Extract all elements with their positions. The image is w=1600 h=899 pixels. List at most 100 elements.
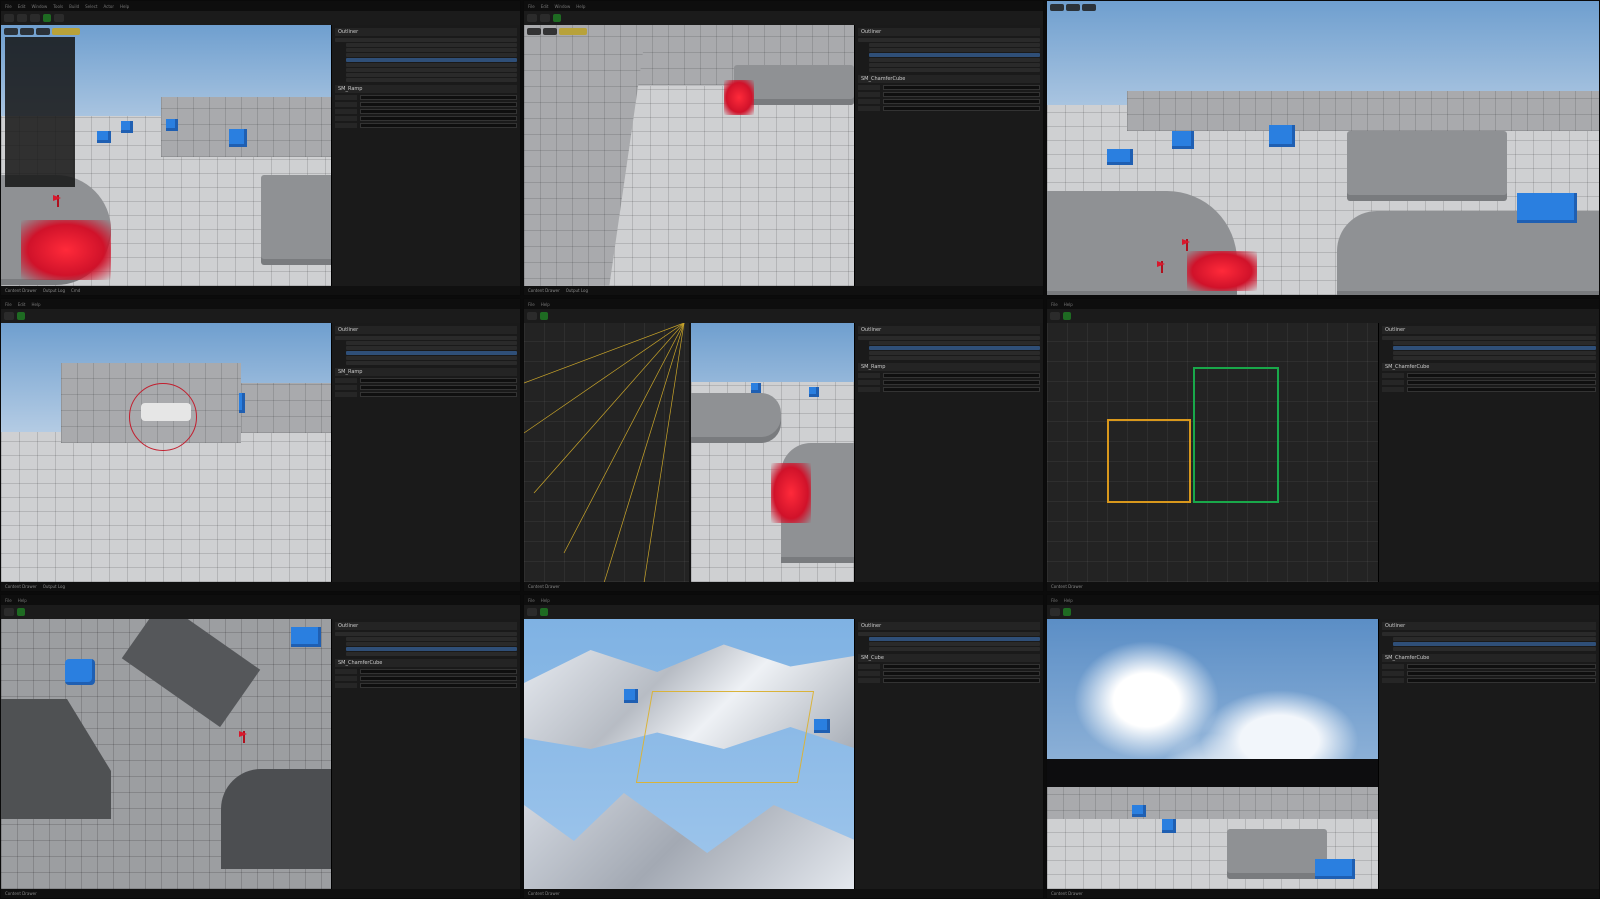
save-button[interactable]	[527, 14, 537, 22]
detail-field[interactable]	[335, 385, 517, 390]
menu-tools[interactable]: Tools	[53, 4, 63, 9]
list-item[interactable]	[869, 341, 1040, 345]
menu-file[interactable]: File	[528, 302, 535, 307]
content-drawer-button[interactable]: Content Drawer	[1051, 584, 1083, 589]
list-item[interactable]	[869, 647, 1040, 651]
selected-bounds-box[interactable]	[1107, 419, 1191, 503]
viewport[interactable]	[1, 619, 334, 889]
menu-edit[interactable]: Edit	[541, 4, 549, 9]
detail-field[interactable]	[335, 123, 517, 128]
list-item[interactable]	[1393, 346, 1596, 350]
viewport[interactable]	[524, 25, 857, 286]
list-item[interactable]	[346, 356, 517, 360]
list-item[interactable]	[869, 63, 1040, 67]
list-item[interactable]	[869, 356, 1040, 360]
list-item[interactable]	[1393, 351, 1596, 355]
detail-field[interactable]	[1382, 671, 1596, 676]
menu-file[interactable]: File	[5, 598, 12, 603]
menu-help[interactable]: Help	[120, 4, 129, 9]
list-item[interactable]	[335, 632, 517, 636]
play-button[interactable]	[540, 608, 548, 616]
list-item[interactable]	[1393, 647, 1596, 651]
content-drawer-button[interactable]: Content Drawer	[5, 288, 37, 293]
list-item[interactable]	[1393, 642, 1596, 646]
list-item[interactable]	[858, 336, 1040, 340]
list-item[interactable]	[869, 637, 1040, 641]
menu-file[interactable]: File	[528, 598, 535, 603]
detail-field[interactable]	[335, 109, 517, 114]
content-drawer-button[interactable]: Content Drawer	[528, 891, 560, 896]
list-item[interactable]	[869, 53, 1040, 57]
detail-field[interactable]	[858, 106, 1040, 111]
list-item[interactable]	[346, 361, 517, 365]
list-item[interactable]	[869, 351, 1040, 355]
play-button[interactable]	[17, 608, 25, 616]
menu-actor[interactable]: Actor	[103, 4, 114, 9]
menu-select[interactable]: Select	[85, 4, 97, 9]
detail-field[interactable]	[858, 99, 1040, 104]
detail-field[interactable]	[1382, 664, 1596, 669]
play-button[interactable]	[43, 14, 51, 22]
menu-help[interactable]: Help	[31, 302, 40, 307]
play-button[interactable]	[1063, 608, 1071, 616]
list-item[interactable]	[346, 652, 517, 656]
content-drawer-button[interactable]: Content Drawer	[528, 288, 560, 293]
menu-edit[interactable]: Edit	[18, 4, 26, 9]
detail-field[interactable]	[335, 669, 517, 674]
detail-field[interactable]	[858, 387, 1040, 392]
detail-field[interactable]	[335, 102, 517, 107]
list-item[interactable]	[1393, 341, 1596, 345]
detail-field[interactable]	[335, 95, 517, 100]
content-drawer-button[interactable]: Content Drawer	[1051, 891, 1083, 896]
detail-field[interactable]	[858, 664, 1040, 669]
detail-field[interactable]	[858, 678, 1040, 683]
content-drawer-button[interactable]: Content Drawer	[5, 584, 37, 589]
viewport-right[interactable]	[691, 323, 857, 582]
detail-field[interactable]	[1382, 380, 1596, 385]
save-button[interactable]	[1050, 312, 1060, 320]
detail-field[interactable]	[335, 116, 517, 121]
content-drawer-button[interactable]: Content Drawer	[5, 891, 37, 896]
list-item[interactable]	[346, 346, 517, 350]
play-button[interactable]	[540, 312, 548, 320]
list-item[interactable]	[346, 642, 517, 646]
play-button[interactable]	[17, 312, 25, 320]
viewport[interactable]	[1047, 619, 1379, 889]
menu-help[interactable]: Help	[576, 4, 585, 9]
detail-field[interactable]	[858, 373, 1040, 378]
list-item[interactable]	[346, 351, 517, 355]
list-item[interactable]	[346, 48, 517, 52]
menu-file[interactable]: File	[528, 4, 535, 9]
list-item[interactable]	[346, 73, 517, 77]
mode-button[interactable]	[540, 14, 550, 22]
detail-field[interactable]	[1382, 678, 1596, 683]
detail-field[interactable]	[335, 378, 517, 383]
output-log-button[interactable]: Output Log	[43, 584, 65, 589]
menu-file[interactable]: File	[1051, 598, 1058, 603]
list-item[interactable]	[346, 68, 517, 72]
list-item[interactable]	[869, 68, 1040, 72]
detail-field[interactable]	[858, 92, 1040, 97]
save-button[interactable]	[527, 312, 537, 320]
detail-field[interactable]	[335, 683, 517, 688]
cmd-input[interactable]: Cmd	[71, 288, 80, 293]
save-button[interactable]	[527, 608, 537, 616]
list-item[interactable]	[858, 38, 1040, 42]
list-item[interactable]	[346, 43, 517, 47]
save-button[interactable]	[4, 608, 14, 616]
output-log-button[interactable]: Output Log	[43, 288, 65, 293]
detail-field[interactable]	[858, 380, 1040, 385]
menu-help[interactable]: Help	[541, 598, 550, 603]
output-log-button[interactable]: Output Log	[566, 288, 588, 293]
viewport[interactable]	[1, 323, 334, 582]
list-item[interactable]	[346, 341, 517, 345]
menu-help[interactable]: Help	[541, 302, 550, 307]
list-item[interactable]	[1382, 336, 1596, 340]
list-item[interactable]	[1393, 356, 1596, 360]
menu-file[interactable]: File	[1051, 302, 1058, 307]
list-item[interactable]	[869, 58, 1040, 62]
list-item[interactable]	[869, 43, 1040, 47]
play-button[interactable]	[553, 14, 561, 22]
mode-button[interactable]	[17, 14, 27, 22]
detail-field[interactable]	[1382, 373, 1596, 378]
